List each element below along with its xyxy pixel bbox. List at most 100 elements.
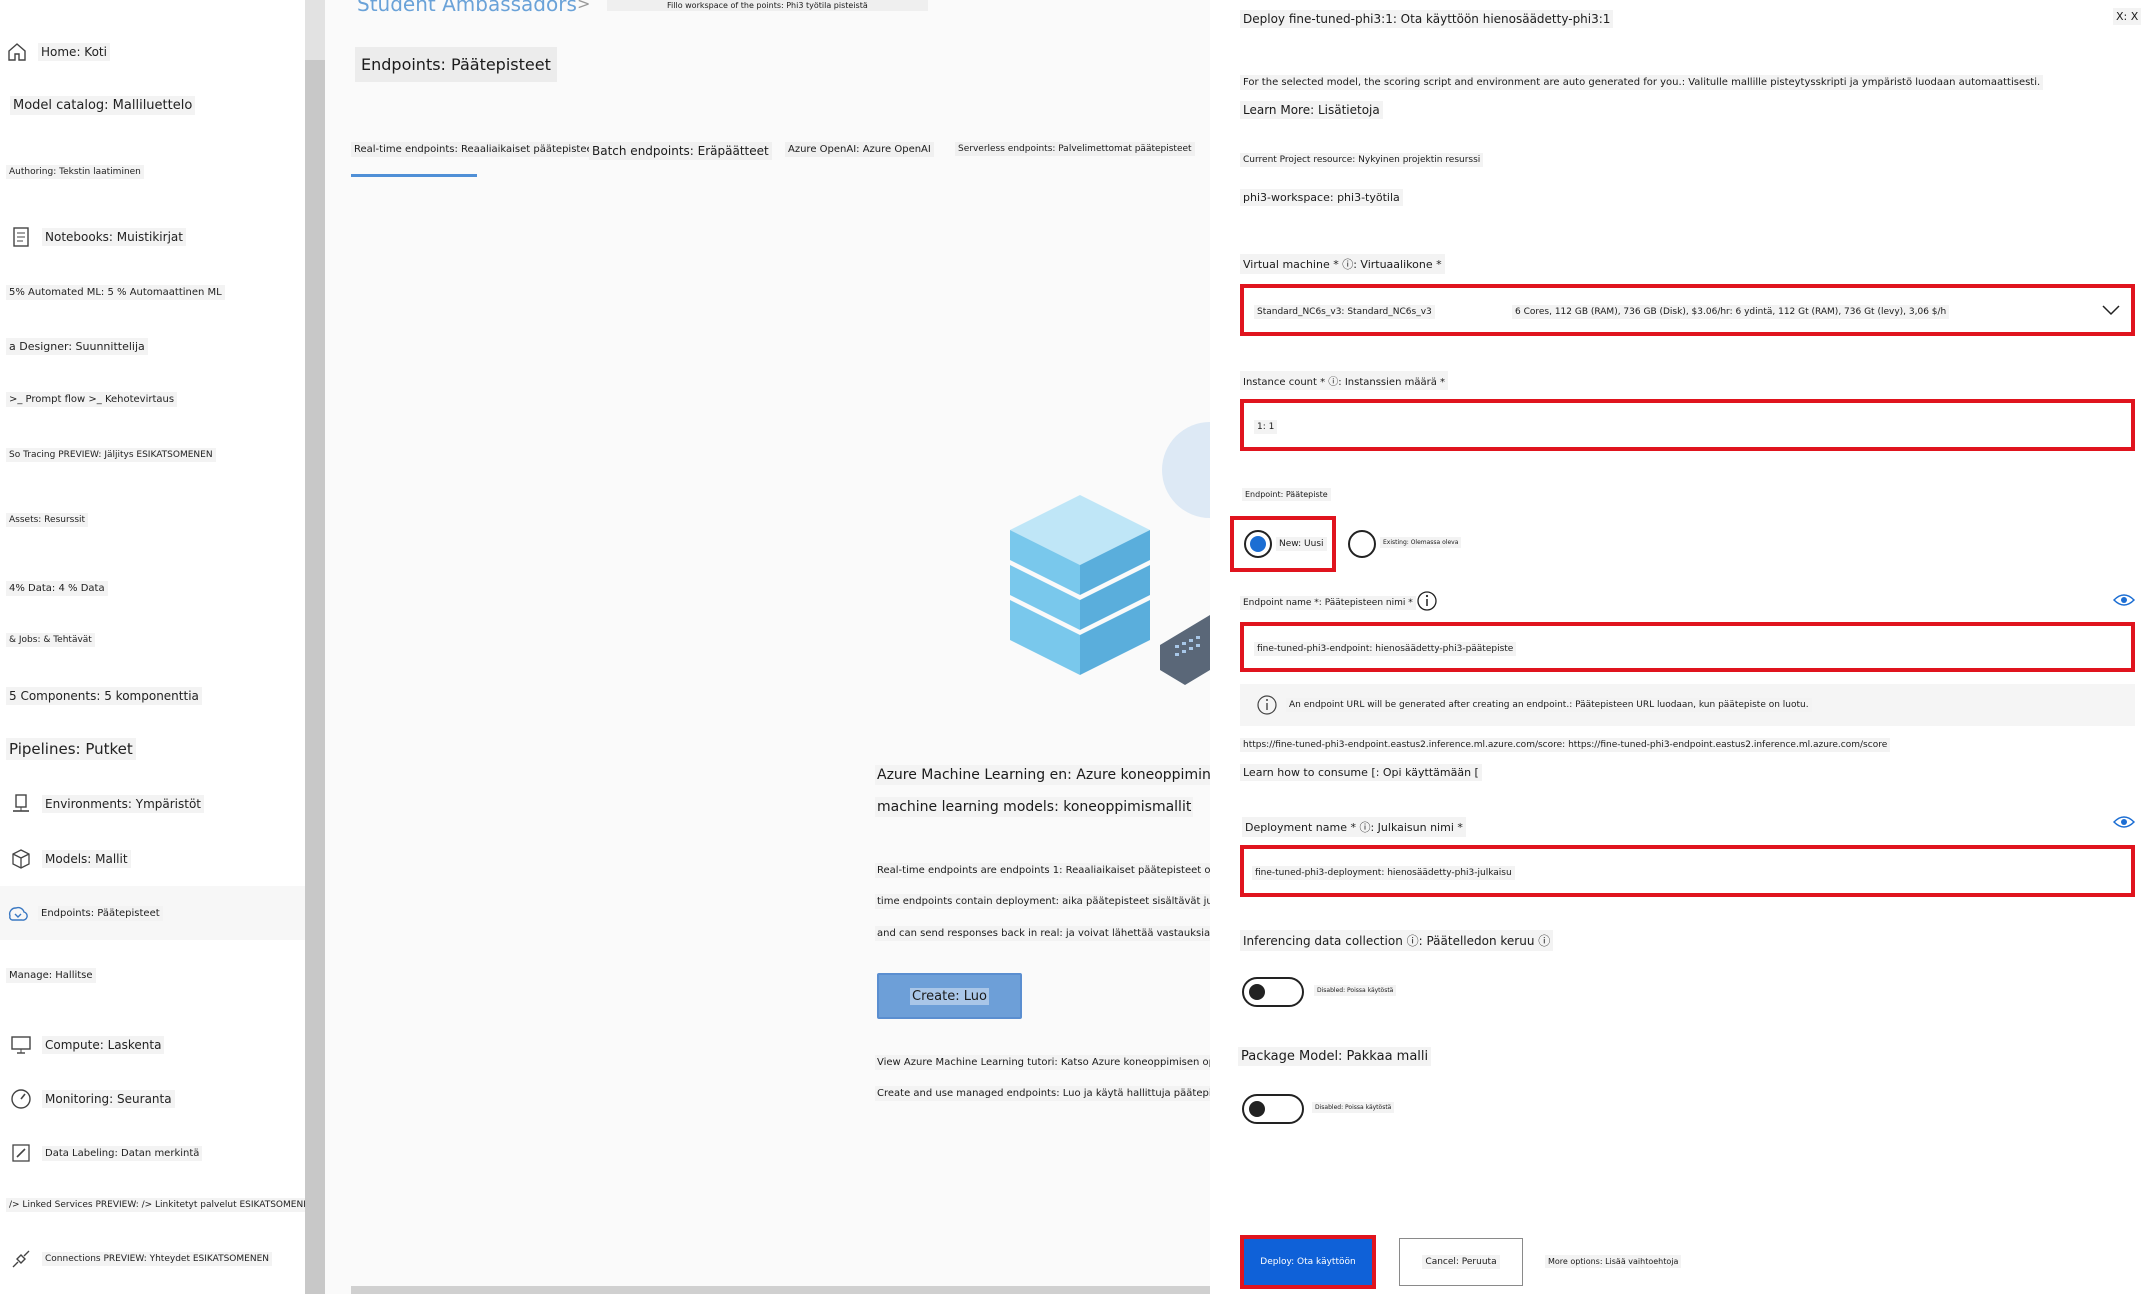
empty-state-title-line1: Azure Machine Learning en: Azure koneopp…: [875, 765, 1258, 785]
sidebar-item-data[interactable]: 4% Data: 4 % Data: [6, 581, 108, 596]
cancel-button[interactable]: Cancel: Peruuta: [1399, 1238, 1523, 1286]
environment-icon: [10, 793, 32, 815]
deploy-button[interactable]: Deploy: Ota käyttöön: [1244, 1239, 1372, 1285]
sidebar-item-environments[interactable]: Environments: Ympäristöt: [10, 793, 204, 815]
sidebar-item-label: Data Labeling: Datan merkintä: [42, 1145, 203, 1161]
sidebar-item-label: >_ Prompt flow >_ Kehotevirtaus: [6, 392, 178, 407]
sidebar-item-automated-ml[interactable]: 5% Automated ML: 5 % Automaattinen ML: [6, 285, 225, 300]
package-model-label: Package Model: Pakkaa malli: [1238, 1047, 1432, 1066]
endpoint-existing-radio[interactable]: [1348, 530, 1376, 558]
sidebar-item-compute[interactable]: Compute: Laskenta: [10, 1034, 165, 1056]
sidebar-item-label: Models: Mallit: [42, 850, 131, 868]
inferencing-toggle[interactable]: [1242, 977, 1304, 1007]
breadcrumb-workspace[interactable]: Fillo workspace of the points: Phi3 työt…: [607, 0, 928, 11]
sidebar-item-models[interactable]: Models: Mallit: [10, 848, 131, 870]
learn-more-link[interactable]: Learn More: Lisätietoja: [1240, 101, 1383, 119]
more-options-button[interactable]: More options: Lisää vaihtoehtoja: [1545, 1255, 1682, 1268]
sidebar-item-notebooks[interactable]: Notebooks: Muistikirjat: [10, 226, 186, 248]
main-content: Student Ambassadors > Fillo workspace of…: [325, 0, 1279, 1294]
info-icon[interactable]: [1416, 590, 1438, 616]
sidebar-item-model-catalog[interactable]: Model catalog: Malliluettelo: [10, 96, 196, 115]
package-model-toggle[interactable]: [1242, 1094, 1304, 1124]
close-button[interactable]: X: X: [2113, 8, 2142, 25]
managed-endpoints-link[interactable]: Create and use managed endpoints: Luo ja…: [875, 1086, 1242, 1101]
sidebar-item-label: & Jobs: & Tehtävät: [6, 633, 95, 647]
sidebar-item-label: 4% Data: 4 % Data: [6, 581, 108, 596]
active-tab-indicator: [351, 174, 477, 177]
cube-icon: [10, 848, 32, 870]
endpoint-url-info-text: An endpoint URL will be generated after …: [1286, 698, 1812, 712]
sidebar-item-connections[interactable]: Connections PREVIEW: Yhteydet ESIKATSOME…: [10, 1248, 272, 1270]
sidebar-item-pipelines[interactable]: Pipelines: Putket: [6, 738, 136, 760]
breadcrumb-link[interactable]: Student Ambassadors: [357, 0, 577, 16]
breadcrumb-separator: >: [577, 0, 591, 13]
sidebar-item-label: Endpoints: Päätepisteet: [38, 905, 163, 921]
sidebar-item-label: 5% Automated ML: 5 % Automaattinen ML: [6, 285, 225, 300]
sidebar-item-label: Compute: Laskenta: [42, 1036, 165, 1054]
eye-icon[interactable]: [2112, 592, 2136, 606]
tab-serverless-endpoints[interactable]: Serverless endpoints: Palvelimettomat pä…: [955, 142, 1195, 156]
sidebar-item-components[interactable]: 5 Components: 5 komponenttia: [6, 687, 202, 705]
endpoint-url-info-bar: An endpoint URL will be generated after …: [1240, 684, 2135, 726]
panel-title: Deploy fine-tuned-phi3:1: Ota käyttöön h…: [1240, 10, 1614, 28]
sidebar-item-assets: Assets: Resurssit: [6, 513, 89, 527]
info-icon: [1256, 694, 1278, 720]
instance-count-input[interactable]: 1: 1: [1240, 399, 2135, 451]
sidebar-item-monitoring[interactable]: Monitoring: Seuranta: [10, 1088, 175, 1110]
tab-batch-endpoints[interactable]: Batch endpoints: Eräpäätteet: [589, 142, 772, 160]
gauge-icon: [10, 1088, 32, 1110]
endpoint-new-radio[interactable]: [1244, 530, 1272, 558]
sidebar-item-endpoints[interactable]: Endpoints: Päätepisteet: [0, 886, 305, 940]
edit-icon: [10, 1142, 32, 1164]
sidebar-item-designer[interactable]: a Designer: Suunnittelija: [6, 338, 148, 355]
learn-consume-link[interactable]: Learn how to consume [: Opi käyttämään [: [1240, 764, 1482, 781]
endpoint-existing-label: Existing: Olemassa oleva: [1380, 537, 1462, 548]
page-title: Endpoints: Päätepisteet: [355, 47, 557, 82]
compute-icon: [10, 1034, 32, 1056]
endpoints-illustration: [1010, 420, 1258, 694]
eye-icon[interactable]: [2112, 814, 2136, 828]
create-button[interactable]: Create: Luo: [877, 973, 1022, 1019]
endpoint-name-input[interactable]: fine-tuned-phi3-endpoint: hienosäädetty-…: [1240, 622, 2135, 672]
empty-state-title-line2: machine learning models: koneoppimismall…: [875, 797, 1194, 817]
endpoint-new-option[interactable]: New: Uusi: [1230, 516, 1336, 572]
tab-realtime-endpoints[interactable]: Real-time endpoints: Reaaliaikaiset päät…: [351, 142, 600, 157]
endpoint-name-value: fine-tuned-phi3-endpoint: hienosäädetty-…: [1254, 642, 1517, 656]
sidebar-item-authoring: Authoring: Tekstin laatiminen: [6, 165, 144, 179]
sidebar-item-label: Monitoring: Seuranta: [42, 1090, 175, 1108]
sidebar-item-prompt-flow[interactable]: >_ Prompt flow >_ Kehotevirtaus: [6, 392, 178, 407]
deploy-button-highlight: Deploy: Ota käyttöön: [1240, 1235, 1376, 1289]
vm-selected-specs: 6 Cores, 112 GB (RAM), 736 GB (Disk), $3…: [1512, 305, 1950, 319]
empty-state-desc-line2: time endpoints contain deployment: aika …: [875, 894, 1250, 909]
workspace-name: phi3-workspace: phi3-työtila: [1240, 189, 1403, 206]
deployment-name-value: fine-tuned-phi3-deployment: hienosäädett…: [1252, 866, 1515, 880]
sidebar-item-label: Assets: Resurssit: [6, 513, 89, 527]
sidebar-item-jobs[interactable]: & Jobs: & Tehtävät: [6, 633, 95, 647]
deploy-button-label: Deploy: Ota käyttöön: [1260, 1257, 1356, 1267]
main-horizontal-scrollbar[interactable]: [351, 1286, 1210, 1294]
sidebar-item-linked-services[interactable]: /> Linked Services PREVIEW: /> Linkitety…: [6, 1198, 319, 1212]
chevron-down-icon: [2101, 300, 2121, 324]
endpoint-name-label: Endpoint name *: Päätepisteen nimi *: [1240, 596, 1416, 610]
sidebar-item-tracing[interactable]: So Tracing PREVIEW: Jäljitys ESIKATSOMEN…: [6, 448, 216, 462]
sidebar-item-data-labeling[interactable]: Data Labeling: Datan merkintä: [10, 1142, 203, 1164]
package-model-state: Disabled: Poissa käytöstä: [1312, 1102, 1395, 1113]
tab-azure-openai[interactable]: Azure OpenAI: Azure OpenAI: [785, 142, 934, 157]
sidebar-item-home[interactable]: Home: Koti: [6, 41, 110, 63]
sidebar: Home: Koti Model catalog: Malliluettelo …: [0, 0, 319, 1294]
sidebar-item-label: Manage: Hallitse: [6, 968, 96, 983]
deployment-name-input[interactable]: fine-tuned-phi3-deployment: hienosäädett…: [1240, 845, 2135, 897]
sidebar-item-label: Environments: Ympäristöt: [42, 795, 204, 813]
sidebar-item-label: Authoring: Tekstin laatiminen: [6, 165, 144, 179]
endpoint-new-label: New: Uusi: [1276, 537, 1327, 551]
vm-selected-name: Standard_NC6s_v3: Standard_NC6s_v3: [1254, 305, 1435, 319]
vm-select[interactable]: Standard_NC6s_v3: Standard_NC6s_v3 6 Cor…: [1240, 284, 2135, 336]
sidebar-item-label: Model catalog: Malliluettelo: [10, 96, 196, 115]
sidebar-scrollbar[interactable]: [305, 60, 325, 1294]
plug-icon: [10, 1248, 32, 1270]
deployment-name-label: Deployment name * ⓘ: Julkaisun nimi *: [1242, 817, 1466, 837]
sidebar-item-label: So Tracing PREVIEW: Jäljitys ESIKATSOMEN…: [6, 448, 216, 462]
vm-label: Virtual machine * ⓘ: Virtuaalikone *: [1240, 254, 1445, 274]
panel-description: For the selected model, the scoring scri…: [1240, 75, 2044, 90]
sidebar-item-label: Pipelines: Putket: [6, 738, 136, 760]
